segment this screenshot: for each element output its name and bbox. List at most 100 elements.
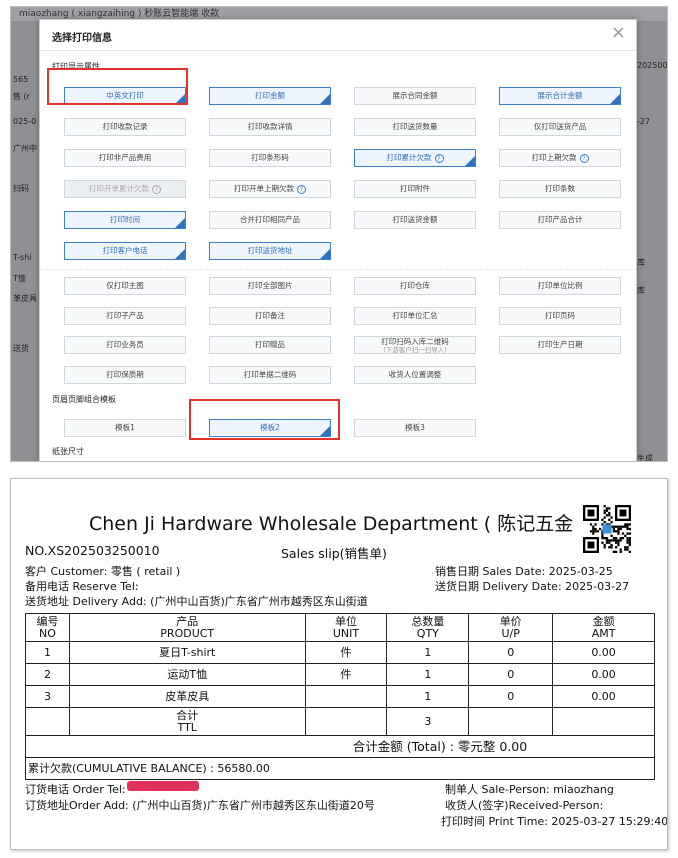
cell-up: 0 (468, 685, 554, 708)
table-row: 2 运动T恤件 1 0 0.00 (25, 663, 655, 686)
option-label: 打印子产品 (106, 310, 144, 320)
help-icon[interactable]: ? (297, 184, 306, 194)
option-5[interactable]: 打印收款记录 (64, 118, 186, 136)
header-en: QTY (416, 626, 439, 640)
extra-option-12[interactable]: 打印生产日期 (499, 336, 621, 354)
option-label: 打印送货地址 (247, 246, 293, 255)
extra-option-5[interactable]: 打印子产品 (64, 306, 186, 325)
extra-option-1[interactable]: 仅打印主图 (64, 277, 186, 295)
customer: 客户 Customer: 零售 ( retail ) (25, 565, 181, 578)
option-12[interactable]: 打印上期欠款? (499, 149, 621, 167)
option-label: 仅打印主图 (106, 281, 144, 290)
option-label: 打印备注 (255, 310, 285, 320)
cell-qty: 1 (386, 663, 470, 686)
cell-unit: 件 (304, 663, 388, 686)
template-option-1[interactable]: 模板1 (64, 419, 186, 437)
extra-option-8[interactable]: 打印页码 (499, 306, 621, 325)
background-fragment: 库 (637, 258, 645, 267)
extra-option-3[interactable]: 打印仓库 (354, 277, 476, 295)
option-label: 打印累计欠款 (386, 153, 432, 162)
items-table: 编号 NO 产品 PRODUCT 单位 UNIT 总数量 QTY 单价 U/P 金额 AMT 1 夏日T-… (25, 613, 655, 780)
header-en: AMT (591, 626, 616, 640)
cell-no: 1 (25, 641, 70, 664)
option-20[interactable]: 打印产品合计 (499, 211, 621, 229)
extra-option-9[interactable]: 打印业务员 (64, 336, 186, 354)
table-header-row: 编号 NO 产品 PRODUCT 单位 UNIT 总数量 QTY 单价 U/P 金额 AMT (25, 613, 655, 642)
option-13: 打印开单累计欠款? (64, 180, 186, 198)
option-label: 收货人位置调整 (388, 369, 442, 379)
close-icon[interactable]: × (611, 24, 626, 42)
option-16[interactable]: 打印条数 (499, 180, 621, 198)
receipt-screenshot: Chen Ji Hardware Wholesale Department ( … (0, 476, 678, 858)
background-fragment: 革皮具 (13, 294, 37, 303)
option-label: 模板3 (405, 423, 425, 432)
cell-empty (468, 707, 554, 736)
option-19[interactable]: 打印送货金额 (354, 211, 476, 229)
delivery-address: 送货地址 Delivery Add: (广州中山百货)广东省广州市越秀区东山街道 (25, 595, 368, 608)
option-label: 打印送货数量 (392, 122, 438, 131)
header-cn: 编号 (36, 614, 59, 628)
extra-option-14[interactable]: 打印单据二维码 (209, 365, 331, 384)
received-person: 收货人(签字)Received-Person: (445, 799, 604, 812)
extra-option-15[interactable]: 收货人位置调整 (354, 365, 476, 384)
option-2[interactable]: 打印金额 (209, 87, 331, 105)
extra-option-13[interactable]: 打印保质期 (64, 365, 186, 384)
extra-option-10[interactable]: 打印赠品 (209, 336, 331, 354)
option-15[interactable]: 打印附件 (354, 180, 476, 198)
extra-option-11[interactable]: 打印扫码入库二维码 (下游客户扫一扫导入) (354, 336, 476, 354)
cell-unit: 件 (304, 641, 388, 664)
option-14[interactable]: 打印开单上期欠款? (209, 180, 331, 198)
highlight-box-bilingual (47, 68, 188, 105)
cell-empty (304, 707, 388, 736)
grand-total: 合计金额 (Total) : 零元整 0.00 (25, 735, 655, 758)
template-option-3[interactable]: 模板3 (354, 419, 476, 437)
background-fragment: 扫码 (13, 184, 29, 193)
cell-up: 0 (468, 641, 554, 664)
extra-option-6[interactable]: 打印备注 (209, 306, 331, 325)
help-icon[interactable]: ? (434, 153, 444, 163)
option-3[interactable]: 展示合同金额 (354, 87, 476, 105)
background-fragment: 565 (13, 75, 29, 84)
extra-option-4[interactable]: 打印单位比例 (499, 277, 621, 295)
option-label: 打印单位汇总 (392, 310, 438, 320)
option-6[interactable]: 打印收款详情 (209, 118, 331, 136)
dialog-title: 选择打印信息 (52, 33, 112, 44)
option-9[interactable]: 打印非产品费用 (64, 149, 186, 167)
header-cell: 产品 PRODUCT (68, 613, 306, 642)
total-qty: 3 (386, 707, 470, 736)
extra-option-7[interactable]: 打印单位汇总 (354, 306, 476, 325)
background-fragment: 广州中 (13, 144, 37, 153)
option-label: 合并打印相同产品 (240, 215, 300, 224)
option-10[interactable]: 打印条形码 (209, 149, 331, 167)
option-7[interactable]: 打印送货数量 (354, 118, 476, 136)
header-cell: 单价 U/P (468, 613, 554, 642)
background-fragment: 售 (r (13, 92, 30, 101)
order-tel: 订货电话 Order Tel: (25, 783, 126, 796)
sales-person: 制单人 Sale-Person: miaozhang (445, 783, 614, 796)
total-cn: 合计 (176, 708, 199, 722)
cell-amt: 0.00 (552, 685, 655, 708)
help-icon[interactable]: ? (579, 153, 589, 163)
option-label: 打印页码 (545, 310, 575, 320)
option-label: 展示合计金额 (537, 91, 583, 100)
help-icon[interactable]: ? (152, 184, 161, 194)
option-label: 打印客户电话 (102, 246, 148, 255)
redacted-phone (127, 781, 199, 791)
option-label: 打印仓库 (400, 281, 430, 290)
total-en: TTL (177, 720, 197, 734)
option-label: 打印时间 (110, 215, 140, 224)
cell-up: 0 (468, 663, 554, 686)
option-17[interactable]: 打印时间 (64, 211, 186, 229)
option-label: 打印扫码入库二维码 (381, 337, 449, 346)
option-22[interactable]: 打印送货地址 (209, 242, 331, 260)
header-cell: 单位 UNIT (304, 613, 388, 642)
option-label: 打印条数 (545, 184, 575, 193)
option-18[interactable]: 合并打印相同产品 (209, 211, 331, 229)
option-4[interactable]: 展示合计金额 (499, 87, 621, 105)
option-21[interactable]: 打印客户电话 (64, 242, 186, 260)
option-label: 打印上期欠款 (531, 153, 577, 162)
extra-option-2[interactable]: 打印全部图片 (209, 277, 331, 295)
option-8[interactable]: 仅打印送货产品 (499, 118, 621, 136)
option-label: 打印产品合计 (537, 215, 583, 224)
option-11[interactable]: 打印累计欠款? (354, 149, 476, 167)
